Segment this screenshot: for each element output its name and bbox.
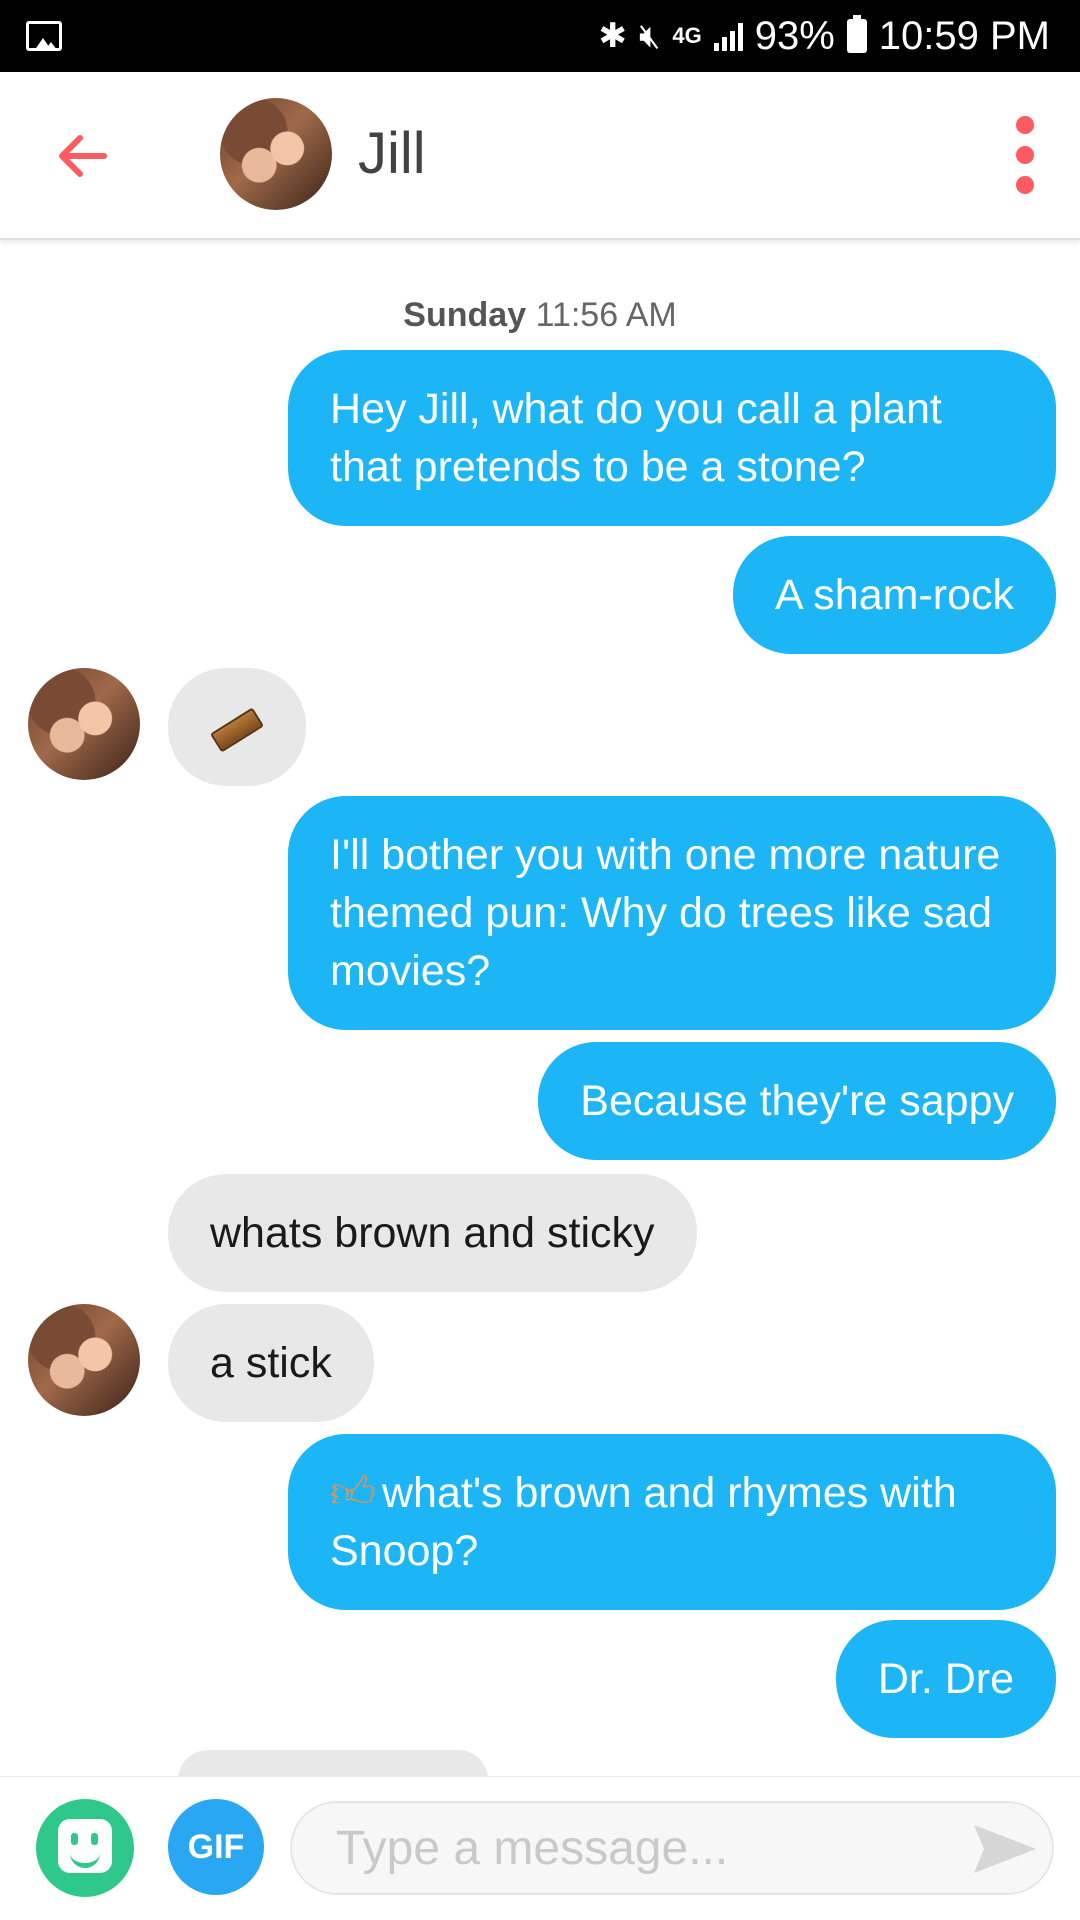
avatar[interactable] bbox=[28, 1304, 140, 1416]
outgoing-message[interactable]: I'll bother you with one more nature the… bbox=[288, 796, 1056, 1030]
bluetooth-icon: ✱ bbox=[598, 17, 627, 55]
status-bar: ✱ 🔇︎ 4G 93% 10:59 PM bbox=[0, 0, 1080, 72]
message-composer: GIF bbox=[0, 1776, 1080, 1920]
more-vert-icon bbox=[1016, 116, 1034, 134]
chat-header: Jill bbox=[0, 72, 1080, 240]
battery-icon bbox=[846, 15, 867, 53]
outgoing-message[interactable]: Because they're sappy bbox=[538, 1042, 1056, 1160]
message-list[interactable]: Sunday 11:56 AM Hey Jill, what do you ca… bbox=[0, 240, 1080, 1776]
gallery-icon bbox=[26, 21, 62, 51]
outgoing-message[interactable]: Dr. Dre bbox=[835, 1620, 1056, 1738]
mute-icon: 🔇︎ bbox=[638, 16, 661, 55]
more-options-button[interactable] bbox=[1010, 116, 1040, 200]
outgoing-message[interactable]: A sham-rock bbox=[733, 536, 1056, 654]
contact-name[interactable]: Jill bbox=[358, 120, 426, 187]
message-input[interactable] bbox=[290, 1801, 1054, 1895]
thumbs-up-icon: 👍︎ bbox=[330, 1468, 376, 1517]
incoming-message-partial[interactable] bbox=[178, 1750, 488, 1776]
sticker-button[interactable] bbox=[36, 1799, 134, 1897]
network-type: 4G bbox=[672, 23, 702, 48]
avatar[interactable] bbox=[28, 668, 140, 780]
timestamp: Sunday 11:56 AM bbox=[0, 296, 1080, 335]
arrow-left-icon bbox=[59, 135, 107, 177]
outgoing-message[interactable]: Hey Jill, what do you call a plant that … bbox=[288, 350, 1056, 526]
gif-button[interactable]: GIF bbox=[168, 1799, 264, 1895]
timestamp-time: 11:56 AM bbox=[535, 296, 677, 334]
signal-icon bbox=[713, 21, 743, 51]
timestamp-day: Sunday bbox=[403, 296, 527, 334]
outgoing-message[interactable]: 👍︎ what's brown and rhymes with Snoop? bbox=[288, 1434, 1056, 1610]
incoming-message[interactable]: a stick bbox=[168, 1304, 374, 1422]
sticker-face-icon bbox=[58, 1819, 112, 1873]
coffin-icon bbox=[209, 707, 265, 753]
clock: 10:59 PM bbox=[878, 13, 1050, 58]
battery-percent: 93% bbox=[754, 13, 835, 58]
incoming-message[interactable]: whats brown and sticky bbox=[168, 1174, 697, 1292]
back-button[interactable] bbox=[52, 126, 112, 186]
send-icon bbox=[974, 1825, 1036, 1873]
send-button[interactable] bbox=[970, 1819, 1040, 1879]
incoming-message[interactable] bbox=[168, 668, 306, 786]
avatar[interactable] bbox=[220, 98, 332, 210]
